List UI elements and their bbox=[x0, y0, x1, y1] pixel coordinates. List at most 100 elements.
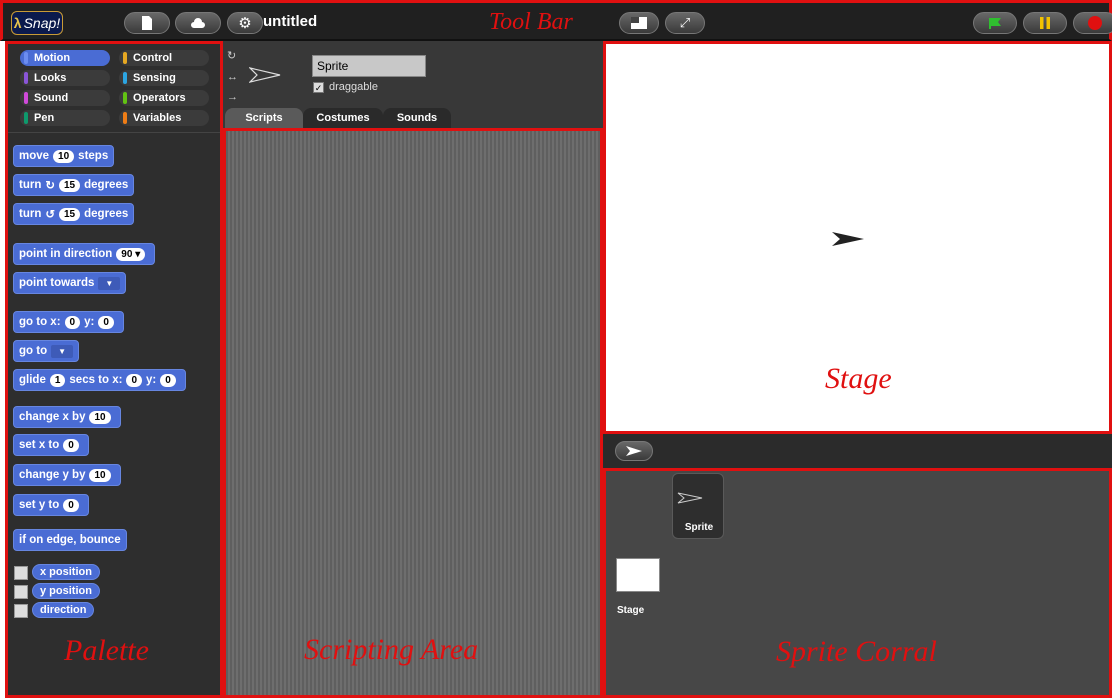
block-set-x[interactable]: set x to 0 bbox=[13, 434, 89, 456]
gear-icon: ⚙ bbox=[238, 15, 252, 32]
reporter-direction[interactable]: direction bbox=[32, 602, 95, 618]
block-input[interactable]: 90 ▾ bbox=[116, 247, 146, 261]
reporter-x-position[interactable]: x position bbox=[32, 564, 100, 580]
annotation-sprite-corral: Sprite Corral bbox=[776, 635, 937, 668]
reporter-checkbox[interactable] bbox=[14, 604, 28, 618]
block-turn-clockwise[interactable]: turn ↻ 15 degrees bbox=[13, 174, 135, 196]
category-looks[interactable]: Looks bbox=[20, 70, 110, 86]
annotation-stage: Stage bbox=[825, 362, 892, 395]
block-input-x[interactable]: 0 bbox=[64, 315, 81, 329]
block-text: y: bbox=[146, 374, 157, 386]
category-stripe bbox=[123, 72, 127, 84]
block-bounce[interactable]: if on edge, bounce bbox=[13, 529, 127, 551]
category-label: Variables bbox=[133, 112, 182, 124]
block-text: change x by bbox=[19, 411, 86, 423]
block-go-to-xy[interactable]: go to x: 0 y: 0 bbox=[13, 311, 124, 333]
green-flag-icon bbox=[989, 18, 1001, 29]
block-text: turn bbox=[19, 208, 42, 220]
toolbar: λ Snap! ⚙ untitled Tool Bar ⤢ bbox=[0, 0, 1112, 41]
corral-sprite-label: Sprite bbox=[684, 522, 714, 533]
corral-sprite-icon[interactable]: Sprite bbox=[672, 473, 724, 539]
category-motion[interactable]: Motion bbox=[20, 50, 110, 66]
dropdown[interactable]: ▼ bbox=[51, 344, 74, 358]
chevron-down-icon: ▼ bbox=[105, 278, 114, 288]
block-text: turn bbox=[19, 179, 42, 191]
annotation-tool-bar: Tool Bar bbox=[489, 9, 573, 35]
block-input[interactable]: 0 bbox=[63, 438, 79, 452]
file-menu-button[interactable] bbox=[124, 12, 170, 34]
tab-scripts[interactable]: Scripts bbox=[225, 108, 303, 128]
reporter-y-position[interactable]: y position bbox=[32, 583, 100, 599]
category-operators[interactable]: Operators bbox=[119, 90, 209, 106]
cloud-menu-button[interactable] bbox=[175, 12, 221, 34]
category-pen[interactable]: Pen bbox=[20, 110, 110, 126]
block-turn-counterclockwise[interactable]: turn ↺ 15 degrees bbox=[13, 203, 135, 225]
block-text: steps bbox=[78, 150, 109, 162]
block-input[interactable]: 15 bbox=[59, 207, 81, 221]
block-input-x[interactable]: 0 bbox=[126, 373, 143, 387]
annotation-palette: Palette bbox=[64, 634, 149, 667]
add-turtle-sprite-button[interactable] bbox=[615, 441, 653, 461]
block-input[interactable]: 15 bbox=[59, 178, 81, 192]
block-text: if on edge, bounce bbox=[19, 534, 121, 546]
category-sound[interactable]: Sound bbox=[20, 90, 110, 106]
stage[interactable]: Stage bbox=[603, 41, 1112, 434]
stage-size-button[interactable] bbox=[619, 12, 659, 34]
tab-costumes[interactable]: Costumes bbox=[303, 108, 383, 128]
category-variables[interactable]: Variables bbox=[119, 110, 209, 126]
block-set-y[interactable]: set y to 0 bbox=[13, 494, 89, 516]
palette-divider bbox=[8, 132, 220, 133]
rotation-style-flip-icon[interactable]: ↔ bbox=[227, 71, 238, 83]
category-label: Operators bbox=[133, 92, 186, 104]
category-stripe bbox=[123, 112, 127, 124]
block-input[interactable]: 10 bbox=[89, 468, 111, 482]
block-text: secs to x: bbox=[69, 374, 123, 386]
category-stripe bbox=[24, 72, 28, 84]
snap-logo[interactable]: λ Snap! bbox=[11, 11, 63, 35]
sprite-name-input[interactable]: Sprite bbox=[312, 55, 426, 77]
block-input-y[interactable]: 0 bbox=[98, 315, 114, 329]
block-input-value: 90 bbox=[121, 248, 133, 260]
tab-sounds[interactable]: Sounds bbox=[383, 108, 451, 128]
stage-size-icon bbox=[631, 17, 647, 29]
block-input[interactable]: 0 bbox=[63, 498, 79, 512]
fullscreen-button[interactable]: ⤢ bbox=[665, 12, 705, 34]
green-flag-button[interactable] bbox=[973, 12, 1017, 34]
block-change-x[interactable]: change x by 10 bbox=[13, 406, 121, 428]
stop-button[interactable] bbox=[1073, 12, 1112, 34]
fullscreen-icon: ⤢ bbox=[679, 15, 691, 30]
rotation-style-rotate-icon[interactable]: ↻ bbox=[227, 49, 236, 62]
reporter-checkbox[interactable] bbox=[14, 566, 28, 580]
settings-button[interactable]: ⚙ bbox=[227, 12, 263, 34]
sprite-corral: Sprite Stage Sprite Corral bbox=[603, 468, 1112, 698]
reporter-checkbox[interactable] bbox=[14, 585, 28, 599]
dropdown[interactable]: ▼ bbox=[98, 276, 121, 290]
block-text: point in direction bbox=[19, 248, 113, 260]
block-text: set y to bbox=[19, 499, 60, 511]
stage-thumbnail-icon[interactable] bbox=[616, 558, 660, 592]
block-text: move bbox=[19, 150, 50, 162]
scripting-area[interactable]: Scripting Area bbox=[223, 128, 603, 698]
rotation-style-none-icon[interactable]: → bbox=[227, 91, 238, 103]
block-glide[interactable]: glide 1 secs to x: 0 y: 0 bbox=[13, 369, 186, 391]
file-icon bbox=[142, 16, 152, 30]
block-text: change y by bbox=[19, 469, 86, 481]
block-input[interactable]: 10 bbox=[53, 149, 75, 163]
block-point-in-direction[interactable]: point in direction 90 ▾ bbox=[13, 243, 156, 265]
block-go-to[interactable]: go to ▼ bbox=[13, 340, 80, 362]
block-text: y: bbox=[84, 316, 95, 328]
category-sensing[interactable]: Sensing bbox=[119, 70, 209, 86]
draggable-checkbox[interactable]: ✓ bbox=[313, 82, 324, 93]
project-title: untitled bbox=[263, 13, 318, 30]
sprite-arrow-icon[interactable] bbox=[832, 232, 864, 246]
block-input[interactable]: 10 bbox=[89, 410, 111, 424]
block-input[interactable]: 1 bbox=[49, 373, 66, 387]
block-text: degrees bbox=[84, 208, 129, 220]
pause-button[interactable] bbox=[1023, 12, 1067, 34]
block-change-y[interactable]: change y by 10 bbox=[13, 464, 121, 486]
category-label: Sensing bbox=[133, 72, 176, 84]
block-input-y[interactable]: 0 bbox=[160, 373, 176, 387]
block-point-towards[interactable]: point towards ▼ bbox=[13, 272, 127, 294]
category-control[interactable]: Control bbox=[119, 50, 209, 66]
block-move[interactable]: move 10 steps bbox=[13, 145, 115, 167]
